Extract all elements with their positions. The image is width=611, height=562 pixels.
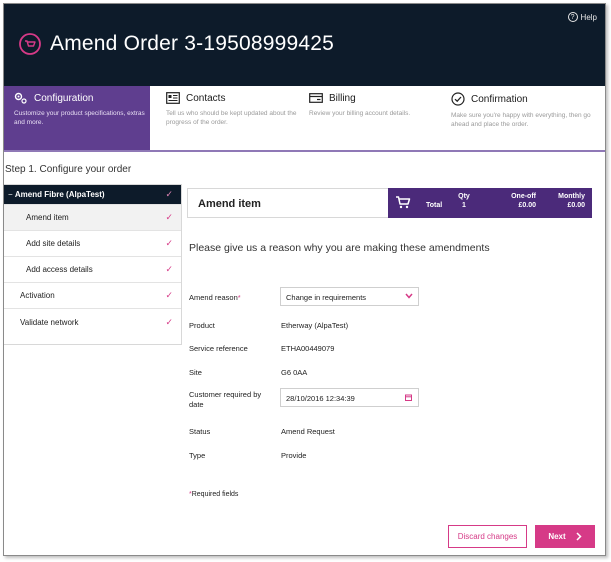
cart-qty: Qty 1 <box>454 192 474 210</box>
billing-card-icon <box>309 93 323 103</box>
next-button[interactable]: Next <box>535 525 595 548</box>
step-contacts[interactable]: Contacts Tell us who should be kept upda… <box>156 86 296 150</box>
required-fields-note: *Required fields <box>189 491 238 498</box>
step-confirmation[interactable]: Confirmation Make sure you're happy with… <box>441 86 601 150</box>
sidebar-item-label: Validate network <box>20 317 79 327</box>
sidebar-item-add-site-details[interactable]: Add site details ✓ <box>4 231 181 257</box>
check-icon: ✓ <box>165 264 173 274</box>
cart-monthly-label: Monthly <box>558 193 585 200</box>
customer-required-date-label: Customer required by date <box>189 390 262 409</box>
customer-required-date-input[interactable]: 28/10/2016 12:34:39 <box>280 388 419 407</box>
basket-icon <box>396 196 411 209</box>
gears-icon <box>14 92 27 104</box>
amend-reason-select[interactable]: Change in requirements <box>280 287 419 306</box>
chevron-right-icon <box>576 532 582 541</box>
collapse-icon: − <box>8 190 13 199</box>
cart-oneoff: One-off £0.00 <box>502 192 536 210</box>
app-window: ? Help Amend Order 3-19508999425 Configu… <box>3 3 606 556</box>
step-description: Make sure you're happy with everything, … <box>451 112 591 128</box>
required-fields-note-text: *Required fields <box>189 491 239 498</box>
check-circle-icon <box>451 92 465 106</box>
cart-summary[interactable]: Total Qty 1 One-off £0.00 Monthly £0.00 <box>388 188 592 218</box>
discard-changes-button[interactable]: Discard changes <box>448 525 527 548</box>
cart-monthly-value: £0.00 <box>567 202 585 209</box>
amend-reason-label-text: Amend reason <box>189 293 238 302</box>
page-header: ? Help Amend Order 3-19508999425 <box>4 4 605 86</box>
contact-card-icon <box>166 92 180 104</box>
step-description: Customize your product specifications, e… <box>14 110 145 126</box>
customer-required-date-value: 28/10/2016 12:34:39 <box>286 394 355 403</box>
help-link[interactable]: ? Help <box>567 12 597 22</box>
sidebar-item-label: Amend Fibre (AlpaTest) <box>14 190 105 199</box>
check-icon: ✓ <box>165 212 173 222</box>
title-area: Amend Order 3-19508999425 <box>19 32 334 56</box>
step-billing[interactable]: Billing Review your billing account deta… <box>299 86 439 150</box>
sidebar-item-label: Add site details <box>26 239 81 248</box>
sidebar-item-validate-network[interactable]: Validate network ✓ <box>4 309 181 335</box>
step-configuration[interactable]: Configuration Customize your product spe… <box>4 86 150 150</box>
sidebar-item-add-access-details[interactable]: Add access details ✓ <box>4 257 181 283</box>
cart-oneoff-value: £0.00 <box>518 202 536 209</box>
amend-reason-label: Amend reason* <box>189 293 277 303</box>
check-icon: ✓ <box>165 238 173 248</box>
sidebar-item-activation[interactable]: Activation ✓ <box>4 283 181 309</box>
type-value: Provide <box>281 451 307 460</box>
sidebar-item-label: Add access details <box>26 265 93 274</box>
status-label: Status <box>189 427 211 436</box>
calendar-icon[interactable] <box>405 394 412 401</box>
sidebar-item-amend-fibre[interactable]: − Amend Fibre (AlpaTest) ✓ <box>4 185 181 205</box>
product-label: Product <box>189 321 215 330</box>
sidebar-item-amend-item[interactable]: Amend item ✓ <box>4 205 181 231</box>
help-icon: ? <box>567 12 578 22</box>
product-value: Etherway (AlpaTest) <box>281 321 349 330</box>
cart-logo-icon <box>19 33 41 55</box>
check-icon: ✓ <box>165 316 173 327</box>
panel-title: Amend item <box>198 198 261 210</box>
site-value: G6 0AA <box>281 368 308 377</box>
service-reference-label: Service reference <box>189 344 248 353</box>
step-heading: Step 1. Configure your order <box>5 164 132 175</box>
step-title: Confirmation <box>471 93 528 105</box>
cart-qty-value: 1 <box>462 202 466 209</box>
next-button-label: Next <box>548 532 566 541</box>
step-title: Billing <box>329 92 356 104</box>
progress-steps: Configuration Customize your product spe… <box>4 86 605 152</box>
step-description: Review your billing account details. <box>309 110 411 117</box>
step-title: Contacts <box>186 92 226 104</box>
chevron-down-icon <box>405 293 413 299</box>
check-icon: ✓ <box>165 290 173 300</box>
amend-item-panel-header: Amend item Total Qty 1 One-off £0.00 Mon… <box>187 188 592 218</box>
cart-oneoff-label: One-off <box>511 193 536 200</box>
status-value: Amend Request <box>281 427 335 436</box>
step-description: Tell us who should be kept updated about… <box>166 110 297 126</box>
reason-prompt: Please give us a reason why you are maki… <box>189 242 490 254</box>
step-title: Configuration <box>34 92 94 104</box>
help-label: Help <box>580 12 597 22</box>
cart-total-label: Total <box>426 202 443 209</box>
cart-qty-label: Qty <box>458 193 470 200</box>
configuration-sidebar: − Amend Fibre (AlpaTest) ✓ Amend item ✓ … <box>4 184 182 345</box>
service-reference-value: ETHA00449079 <box>281 344 335 353</box>
sidebar-item-label: Amend item <box>26 213 69 222</box>
page-title: Amend Order 3-19508999425 <box>50 32 335 55</box>
check-icon: ✓ <box>165 189 173 199</box>
type-label: Type <box>189 451 206 460</box>
amend-reason-value: Change in requirements <box>286 293 367 302</box>
cart-monthly: Monthly £0.00 <box>548 192 585 210</box>
sidebar-item-label: Activation <box>20 291 55 300</box>
required-marker: * <box>237 293 241 302</box>
site-label: Site <box>189 368 202 377</box>
